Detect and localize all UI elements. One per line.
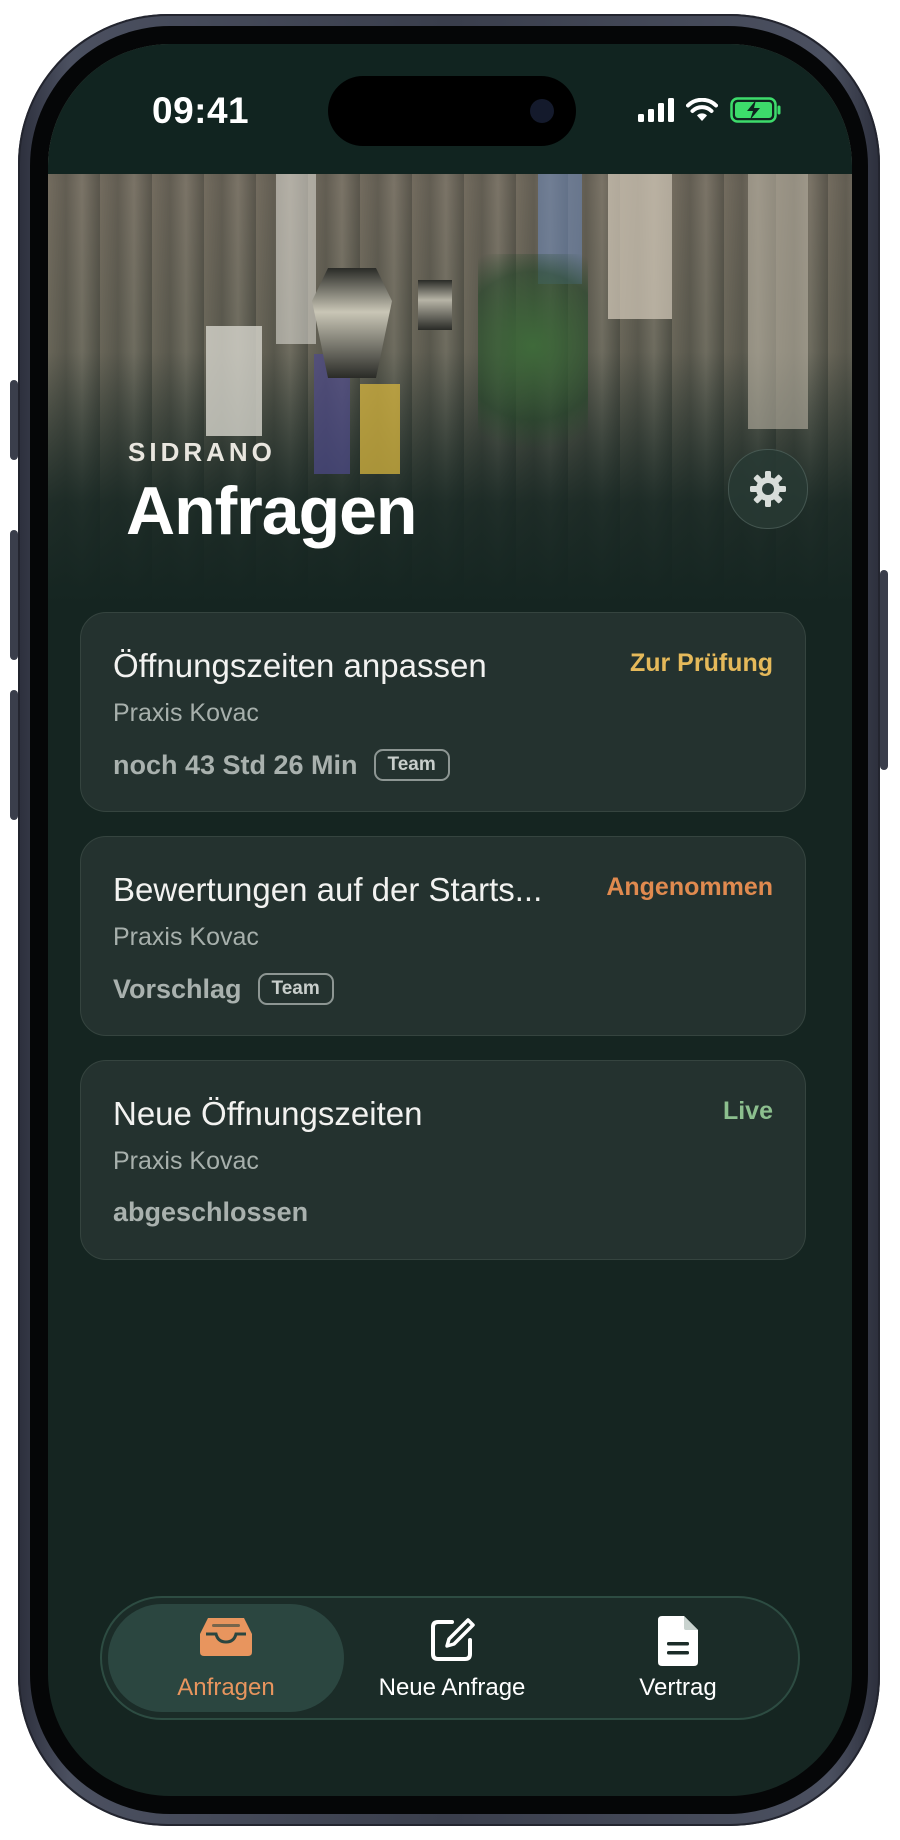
request-deadline: noch 43 Std 26 Min xyxy=(113,749,358,780)
request-phase: abgeschlossen xyxy=(113,1197,309,1227)
hero-window-shutter xyxy=(748,169,808,429)
request-status: Zur Prüfung xyxy=(629,649,773,677)
request-status: Live xyxy=(722,1097,773,1125)
status-time: 09:41 xyxy=(152,90,250,131)
request-client: Praxis Kovac xyxy=(113,1147,259,1175)
request-card[interactable]: Öffnungszeiten anpassen Zur Prüfung Prax… xyxy=(80,612,806,812)
tab-label: Vertrag xyxy=(639,1674,717,1701)
request-meta: abgeschlossen xyxy=(113,1197,308,1228)
action-button xyxy=(10,380,18,460)
volume-up-button xyxy=(10,530,18,660)
tab-bar: Anfragen Neue Anfrage Vertrag xyxy=(100,1596,800,1720)
request-title: Bewertungen auf der Starts... xyxy=(113,871,543,908)
tab-icon-wrap xyxy=(560,1616,796,1666)
request-meta: Vorschlag Team xyxy=(113,973,334,1005)
request-meta: noch 43 Std 26 Min Team xyxy=(113,749,450,781)
request-title: Neue Öffnungszeiten xyxy=(113,1095,423,1132)
team-badge: Team xyxy=(257,973,334,1005)
hero-street-lamp xyxy=(418,280,452,330)
status-icons xyxy=(638,94,782,126)
gear-icon xyxy=(750,471,786,507)
dynamic-island xyxy=(328,76,576,146)
wifi-icon xyxy=(686,98,718,121)
battery-charging-icon xyxy=(730,97,781,123)
request-card[interactable]: Bewertungen auf der Starts... Angenommen… xyxy=(80,836,806,1036)
tab-vertrag[interactable]: Vertrag xyxy=(560,1604,796,1712)
app-screen: 09:41 SIDRANO Anfragen Öffnungszeiten an… xyxy=(48,44,852,1796)
tab-label: Anfragen xyxy=(177,1674,275,1701)
settings-button[interactable] xyxy=(728,449,808,529)
tab-icon-wrap xyxy=(334,1616,570,1664)
tab-icon-wrap xyxy=(108,1616,344,1664)
tab-neue-anfrage[interactable]: Neue Anfrage xyxy=(334,1604,570,1712)
brand-label: SIDRANO xyxy=(128,437,276,467)
request-title: Öffnungszeiten anpassen xyxy=(113,647,487,684)
tab-label: Neue Anfrage xyxy=(378,1674,526,1701)
tab-anfragen[interactable]: Anfragen xyxy=(108,1604,344,1712)
front-camera xyxy=(530,99,554,123)
hero-air-conditioner xyxy=(206,326,262,436)
volume-down-button xyxy=(10,690,18,820)
document-icon xyxy=(658,1616,698,1666)
compose-icon xyxy=(431,1618,475,1661)
request-status: Angenommen xyxy=(606,873,773,901)
hero-laundry xyxy=(276,174,316,344)
request-client: Praxis Kovac xyxy=(113,923,259,951)
hero-window-shutter xyxy=(608,169,672,319)
request-phase: Vorschlag xyxy=(113,973,242,1004)
inbox-tray-icon xyxy=(200,1618,252,1656)
hero-plants xyxy=(478,254,588,484)
cellular-signal-icon xyxy=(638,98,674,122)
team-badge: Team xyxy=(373,749,450,781)
hero-laundry xyxy=(360,384,400,474)
request-card[interactable]: Neue Öffnungszeiten Live Praxis Kovac ab… xyxy=(80,1060,806,1260)
power-button xyxy=(880,570,888,770)
request-client: Praxis Kovac xyxy=(113,699,259,727)
page-title: Anfragen xyxy=(126,473,417,549)
